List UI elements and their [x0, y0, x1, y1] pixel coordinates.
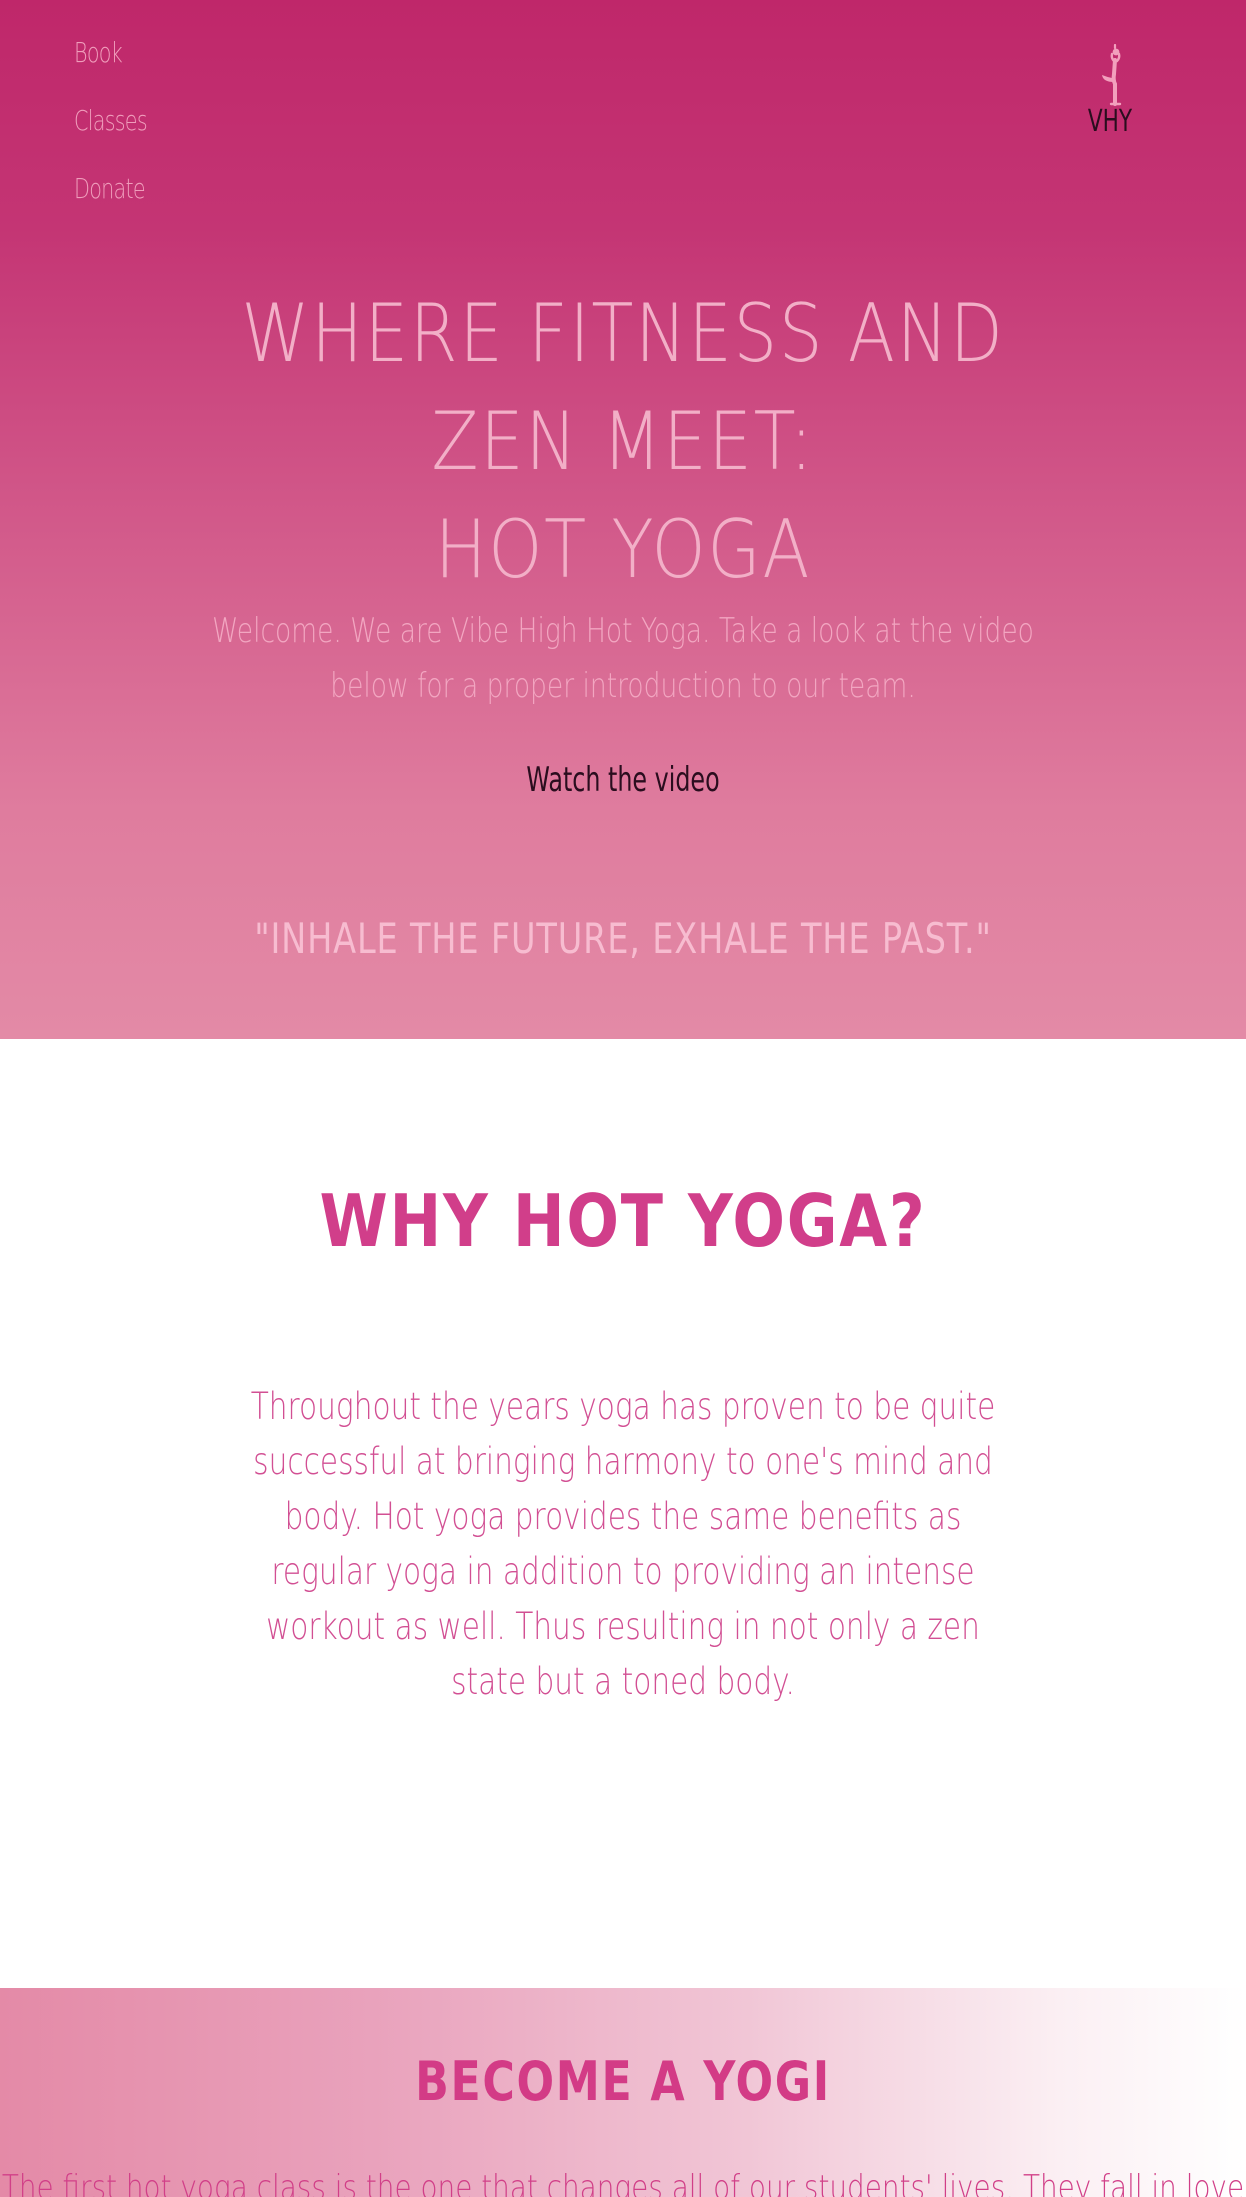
yogi-title: BECOME A YOGI	[415, 2050, 831, 2113]
hero-title-line1: WHERE FITNESS AND ZEN MEET:	[241, 287, 1005, 488]
why-title: WHY HOT YOGA?	[319, 1179, 927, 1263]
why-hot-yoga-section: WHY HOT YOGA? Throughout the years yoga …	[0, 1039, 1246, 1988]
hero-section: Book Classes Donate VHY WHERE FITNESS AN…	[0, 0, 1246, 1039]
yoga-tree-pose-icon	[1102, 44, 1122, 106]
site-logo[interactable]: VHY	[1080, 44, 1140, 154]
nav-item-donate[interactable]: Donate	[74, 164, 147, 232]
main-nav: Book Classes Donate	[74, 28, 172, 232]
yogi-text: The first hot yoga class is the one that…	[1, 2168, 1245, 2197]
watch-video-button[interactable]: Watch the video	[518, 760, 728, 800]
why-text: Throughout the years yoga has proven to …	[250, 1385, 996, 1703]
hero-title: WHERE FITNESS AND ZEN MEET: HOT YOGA	[156, 280, 1090, 604]
hero-quote: "INHALE THE FUTURE, EXHALE THE PAST."	[254, 914, 992, 963]
logo-text: VHY	[1087, 104, 1133, 139]
welcome-text: Welcome. We are Vibe High Hot Yoga. Take…	[212, 611, 1034, 706]
nav-item-classes[interactable]: Classes	[74, 96, 148, 164]
nav-item-book[interactable]: Book	[74, 28, 147, 96]
hero-title-line2: HOT YOGA	[434, 503, 812, 596]
become-a-yogi-section: BECOME A YOGI The first hot yoga class i…	[0, 1988, 1246, 2197]
